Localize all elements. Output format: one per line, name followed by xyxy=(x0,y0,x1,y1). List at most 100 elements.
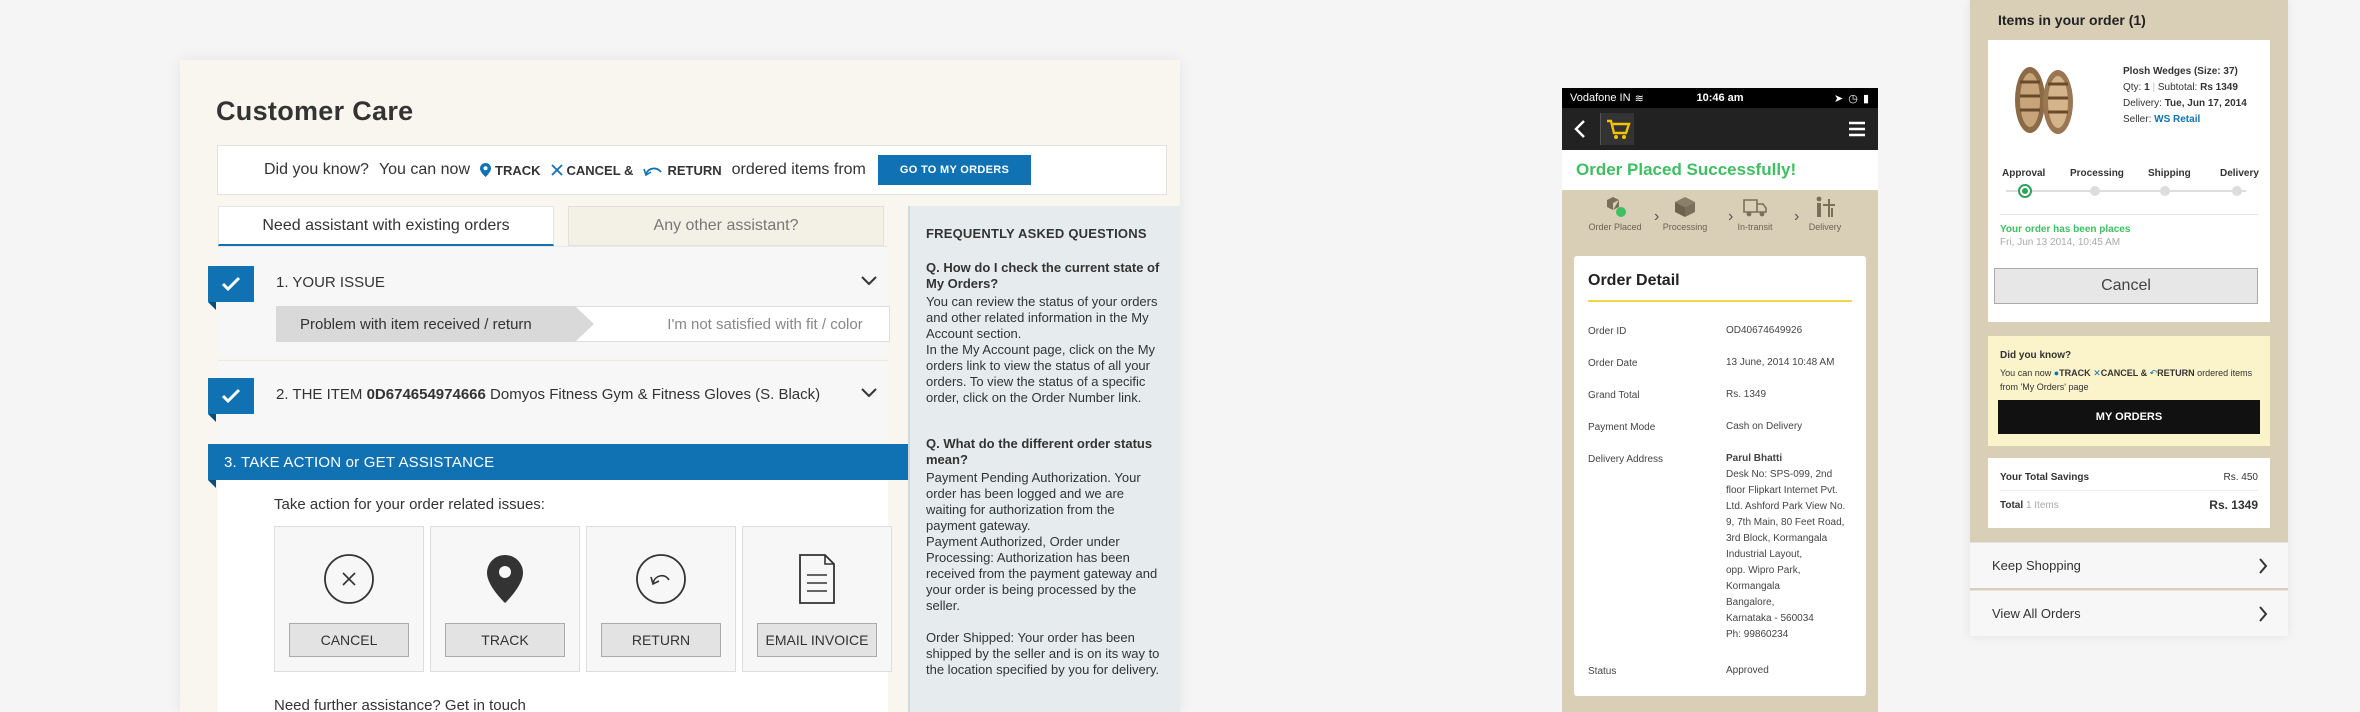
step2-ribbon-fold xyxy=(208,414,216,422)
flipkart-logo-icon[interactable] xyxy=(1600,113,1634,145)
dyk-cancel: CANCEL & xyxy=(2100,368,2148,378)
track-step-label: Delivery xyxy=(2220,168,2259,179)
divider xyxy=(2000,490,2258,491)
track-hint: TRACK xyxy=(480,163,541,178)
address-line: floor Flipkart Internet Pvt. xyxy=(1726,485,1838,496)
document-icon xyxy=(797,553,837,610)
dyk-pre: You can now xyxy=(2000,368,2052,378)
order-date-label: Order Date xyxy=(1588,358,1638,369)
seller-label: Seller: xyxy=(2123,114,2152,125)
product-seller: Seller: WS Retail xyxy=(2123,114,2200,125)
total-label: Total xyxy=(2000,500,2024,511)
track-dot-active-inner xyxy=(2022,188,2028,194)
view-all-orders-link[interactable]: View All Orders xyxy=(1970,590,2288,636)
address-line: opp. Wipro Park, xyxy=(1726,565,1801,576)
status-value: Approved xyxy=(1726,665,1769,676)
dyk-track: TRACK xyxy=(2059,368,2091,378)
track-hint-label: TRACK xyxy=(495,162,541,178)
cancel-order-button[interactable]: Cancel xyxy=(1994,268,2258,304)
step2-title: 2. THE ITEM 0D674654974666 Domyos Fitnes… xyxy=(276,386,820,403)
track-step-label: Processing xyxy=(2070,168,2124,179)
location-pin-icon xyxy=(480,163,491,177)
step-label: Delivery xyxy=(1808,222,1842,232)
status-label: Status xyxy=(1588,666,1617,677)
subtotal-label: Subtotal: xyxy=(2157,82,2198,93)
cancel-hint-label: CANCEL & xyxy=(566,162,634,178)
hamburger-menu-icon[interactable] xyxy=(1848,121,1866,137)
back-icon[interactable] xyxy=(1574,119,1586,139)
track-dot xyxy=(2160,186,2170,196)
step2-item-name: Domyos Fitness Gym & Fitness Gloves (S. … xyxy=(490,386,821,403)
my-orders-button[interactable]: MY ORDERS xyxy=(1998,400,2260,434)
savings-box: Your Total Savings Rs. 450 Total 1 Items… xyxy=(1988,458,2270,528)
subtotal-value: Rs 1349 xyxy=(2200,82,2238,93)
cancel-circle-icon xyxy=(323,553,375,610)
chevron-down-icon[interactable] xyxy=(860,274,878,292)
address-line: Ltd. Ashford Park View No. xyxy=(1726,501,1846,512)
box-icon xyxy=(1675,197,1695,217)
chevron-right-icon: › xyxy=(1794,208,1800,225)
did-you-know-suffix: ordered items from xyxy=(731,161,866,178)
tab-existing-orders[interactable]: Need assistant with existing orders xyxy=(218,206,554,246)
phone-nav-bar xyxy=(1562,108,1878,150)
qty-value: 1 xyxy=(2144,82,2150,93)
issue-selected-option[interactable]: Problem with item received / return xyxy=(276,306,594,342)
return-button[interactable]: RETURN xyxy=(601,623,721,657)
step3-header: 3. TAKE ACTION or GET ASSISTANCE xyxy=(208,444,912,480)
return-arrow-icon xyxy=(643,167,663,176)
issue-sub-option[interactable]: I'm not satisfied with fit / color xyxy=(640,306,890,342)
did-you-know-body: You can now ●TRACK ✕CANCEL & ↶RETURN ord… xyxy=(2000,366,2266,394)
seller-link[interactable]: WS Retail xyxy=(2154,114,2200,125)
delivery-label: Delivery: xyxy=(2123,98,2162,109)
email-invoice-button[interactable]: EMAIL INVOICE xyxy=(757,623,877,657)
track-dot xyxy=(2232,186,2242,196)
step2-check-icon xyxy=(208,378,254,414)
address-line: Industrial Layout, xyxy=(1726,549,1803,560)
grand-total-label: Grand Total xyxy=(1588,390,1640,401)
did-you-know-box: Did you know? You can now ●TRACK ✕CANCEL… xyxy=(1988,336,2270,446)
order-progress-steps: Order Placed Processing In-transit Deliv… xyxy=(1562,192,1878,250)
savings-value: Rs. 450 xyxy=(2223,472,2258,483)
phone-status-bar: Vodafone IN ≋ 10:46 am ➤ ◷ ▮ xyxy=(1562,88,1878,108)
address-line: Bangalore, xyxy=(1726,597,1775,608)
dyk-return: RETURN xyxy=(2157,368,2195,378)
order-summary-panel: Items in your order (1) Plosh Wedges (Si… xyxy=(1970,0,2288,636)
chevron-down-icon[interactable] xyxy=(860,386,878,404)
keep-shopping-link[interactable]: Keep Shopping xyxy=(1970,542,2288,588)
total-value: Rs. 1349 xyxy=(2209,498,2258,512)
faq-question: Q. How do I check the current state of M… xyxy=(926,260,1160,291)
cancel-button[interactable]: CANCEL xyxy=(289,623,409,657)
address-line: 3rd Block, Kormangala xyxy=(1726,533,1828,544)
product-delivery: Delivery: Tue, Jun 17, 2014 xyxy=(2123,98,2247,109)
customer-care-panel: Customer Care Did you know? You can now … xyxy=(180,60,1180,712)
step1-title: 1. YOUR ISSUE xyxy=(276,274,385,291)
cancel-action-card: CANCEL xyxy=(274,526,424,672)
address-line: Kormangala xyxy=(1726,581,1780,592)
product-image[interactable] xyxy=(2004,62,2084,143)
phone-time: 10:46 am xyxy=(1696,92,1744,104)
delivery-value: Tue, Jun 17, 2014 xyxy=(2164,98,2247,109)
cancel-hint: CANCEL & xyxy=(550,162,634,178)
close-icon: ✕ xyxy=(2093,368,2101,378)
product-name[interactable]: Plosh Wedges (Size: 37) xyxy=(2123,66,2238,77)
email-invoice-action-card: EMAIL INVOICE xyxy=(742,526,892,672)
go-to-my-orders-button[interactable]: GO TO MY ORDERS xyxy=(877,155,1032,185)
page-title: Customer Care xyxy=(216,96,414,126)
step-order-placed: Order Placed xyxy=(1585,192,1645,250)
step-processing: Processing xyxy=(1655,192,1715,250)
address-name: Parul Bhatti xyxy=(1726,453,1783,464)
view-all-orders-label: View All Orders xyxy=(1992,606,2081,621)
did-you-know-title: Did you know? xyxy=(2000,350,2072,361)
track-button[interactable]: TRACK xyxy=(445,623,565,657)
did-you-know-text: You can now xyxy=(378,161,470,178)
step1-check-icon xyxy=(208,266,254,302)
step1-ribbon-fold xyxy=(208,302,216,310)
location-pin-icon xyxy=(485,553,525,610)
address-line: Ph: 99860234 xyxy=(1726,629,1789,640)
step-label: Processing xyxy=(1662,222,1708,232)
order-detail-card: Order Detail Order ID OD40674649926 Orde… xyxy=(1574,256,1866,696)
return-circle-icon xyxy=(635,553,687,610)
tab-other-assistance[interactable]: Any other assistant? xyxy=(568,206,884,246)
delivery-address-value: Parul Bhatti Desk No: SPS-099, 2nd floor… xyxy=(1726,451,1856,643)
order-detail-title: Order Detail xyxy=(1588,272,1680,289)
